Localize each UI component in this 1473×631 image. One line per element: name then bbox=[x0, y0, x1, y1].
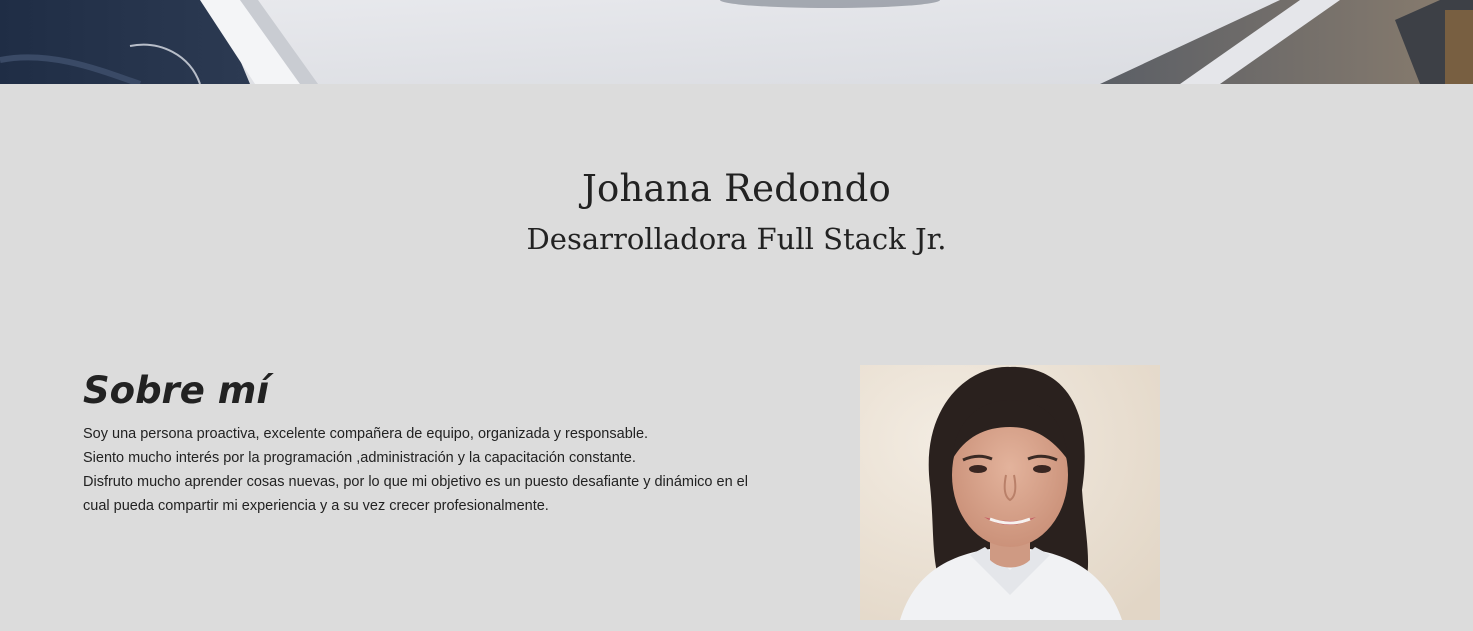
profile-name: Johana Redondo bbox=[582, 167, 891, 210]
about-title: Sobre mí bbox=[83, 369, 270, 412]
profile-role: Desarrolladora Full Stack Jr. bbox=[526, 222, 947, 256]
about-line: cual pueda compartir mi experiencia y a … bbox=[83, 498, 549, 514]
about-section: Sobre mí Soy una persona proactiva, exce… bbox=[83, 369, 823, 514]
about-line: Disfruto mucho aprender cosas nuevas, po… bbox=[83, 474, 748, 490]
about-text: Soy una persona proactiva, excelente com… bbox=[83, 422, 823, 518]
about-line: Siento mucho interés por la programación… bbox=[83, 450, 636, 466]
profile-photo bbox=[860, 365, 1160, 620]
hero-banner-image bbox=[0, 0, 1473, 84]
about-line: Soy una persona proactiva, excelente com… bbox=[83, 426, 649, 442]
